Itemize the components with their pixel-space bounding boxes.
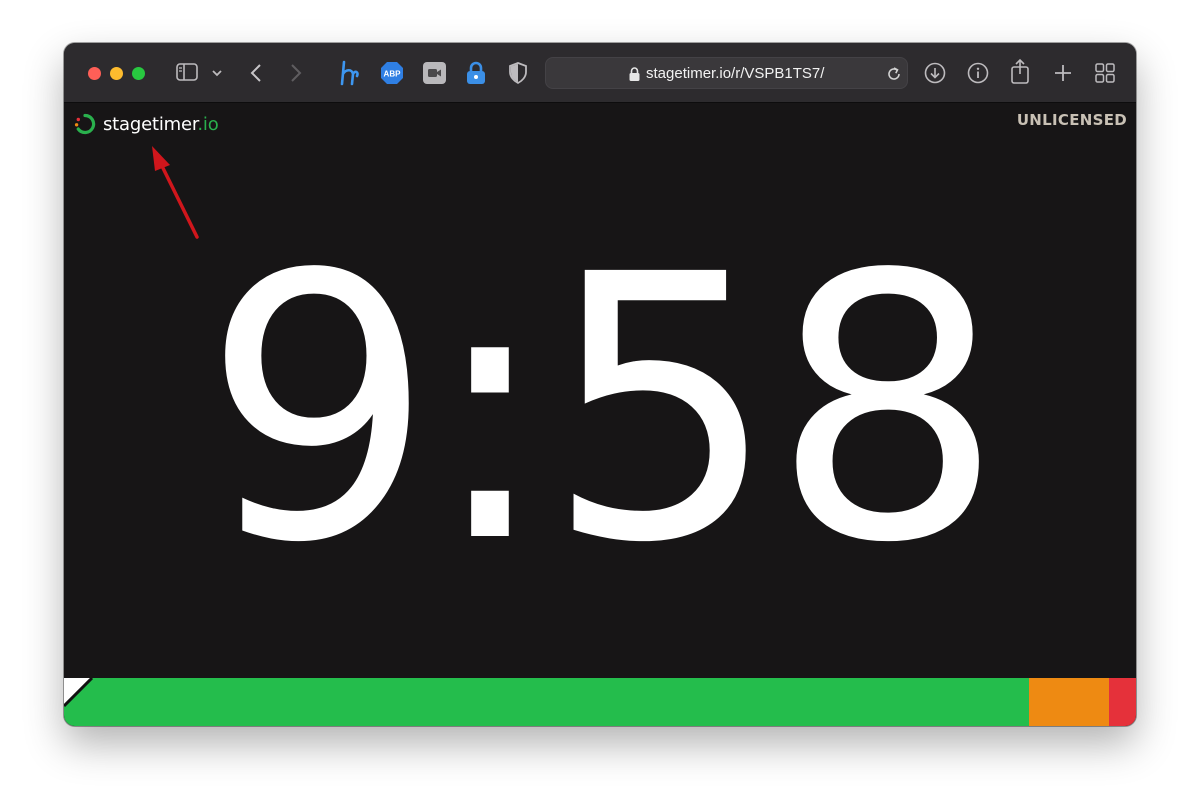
progress-segment-green: [64, 678, 1029, 726]
minimize-window-button[interactable]: [110, 67, 123, 80]
tab-overview-icon[interactable]: [1095, 63, 1115, 83]
annotation-arrow-icon: [152, 146, 199, 239]
forward-icon[interactable]: [290, 63, 302, 83]
back-icon[interactable]: [250, 63, 262, 83]
url-text: stagetimer.io/r/VSPB1TS7/: [646, 65, 825, 82]
chevron-down-icon[interactable]: [212, 69, 222, 77]
progress-position-marker: [64, 678, 94, 708]
browser-toolbar: ABP stagetimer.io/r/VSPB1TS7/: [64, 43, 1136, 103]
logo-name: stagetimer: [103, 113, 198, 135]
reload-icon[interactable]: [886, 66, 902, 87]
timer-viewer: stagetimer.io UNLICENSED 9:58: [64, 103, 1136, 726]
lock-icon: [629, 67, 640, 86]
address-bar[interactable]: stagetimer.io/r/VSPB1TS7/: [545, 57, 908, 89]
logo-tld: .io: [197, 113, 219, 135]
lock-extension-icon[interactable]: [465, 61, 487, 85]
download-icon[interactable]: [924, 62, 946, 84]
share-icon[interactable]: [1010, 58, 1030, 84]
honey-extension-icon[interactable]: [338, 60, 362, 86]
adblock-extension-icon[interactable]: ABP: [380, 61, 404, 85]
plus-icon[interactable]: [1053, 63, 1073, 83]
timer-display: 9:58: [202, 198, 1004, 623]
browser-window: ABP stagetimer.io/r/VSPB1TS7/ stagetimer…: [64, 43, 1136, 726]
close-window-button[interactable]: [88, 67, 101, 80]
shield-icon[interactable]: [509, 62, 527, 84]
progress-segment-red: [1109, 678, 1136, 726]
sidebar-icon[interactable]: [176, 63, 198, 81]
info-icon[interactable]: [967, 62, 989, 84]
progress-bar: [64, 678, 1136, 726]
video-extension-icon[interactable]: [423, 62, 446, 84]
svg-text:ABP: ABP: [384, 70, 402, 79]
license-status: UNLICENSED: [1016, 111, 1127, 129]
logo-text: stagetimer.io: [103, 114, 219, 135]
stagetimer-logo[interactable]: stagetimer.io: [73, 112, 219, 136]
progress-segment-orange: [1029, 678, 1109, 726]
stagetimer-logo-icon: [74, 113, 96, 135]
zoom-window-button[interactable]: [132, 67, 145, 80]
